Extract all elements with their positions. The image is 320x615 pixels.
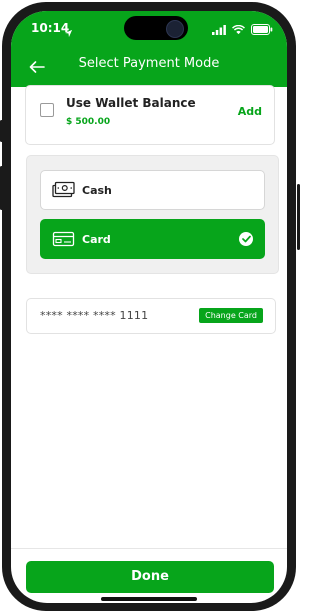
wallet-label: Use Wallet Balance [66, 96, 196, 110]
wallet-amount: $ 500.00 [66, 117, 111, 127]
power-button [297, 184, 300, 250]
dynamic-island [124, 16, 188, 40]
footer-divider [11, 548, 287, 549]
check-circle-icon [239, 232, 253, 246]
add-money-link[interactable]: Add [238, 105, 262, 118]
header-bar: 10:14 Select Payment Mode [11, 11, 287, 87]
cash-icon [52, 181, 76, 199]
app-screen: 10:14 Select Payment Mode Use Wallet Bal… [11, 11, 287, 603]
card-number: **** **** **** 1111 [40, 309, 149, 322]
payment-option-label: Cash [82, 183, 112, 197]
camera-icon [166, 20, 184, 38]
home-indicator [101, 597, 197, 601]
status-icons [212, 20, 273, 39]
wallet-balance-card: Use Wallet Balance $ 500.00 Add [25, 85, 275, 145]
page-title: Select Payment Mode [78, 56, 220, 71]
change-card-button[interactable]: Change Card [199, 308, 263, 323]
wallet-checkbox[interactable] [40, 103, 54, 117]
payment-option-label: Card [82, 232, 111, 246]
phone-body: 10:14 Select Payment Mode Use Wallet Bal… [2, 2, 296, 611]
payment-option-cash[interactable]: Cash [40, 170, 265, 210]
done-button[interactable]: Done [26, 561, 274, 593]
card-icon [52, 230, 76, 248]
signal-bars-icon [212, 20, 226, 39]
location-arrow-icon [64, 23, 73, 42]
wifi-icon [232, 20, 245, 39]
payment-options-panel: Cash Card [26, 155, 279, 274]
battery-icon [251, 20, 273, 39]
payment-option-card[interactable]: Card [40, 219, 265, 259]
saved-card-row: **** **** **** 1111 Change Card [26, 298, 276, 334]
